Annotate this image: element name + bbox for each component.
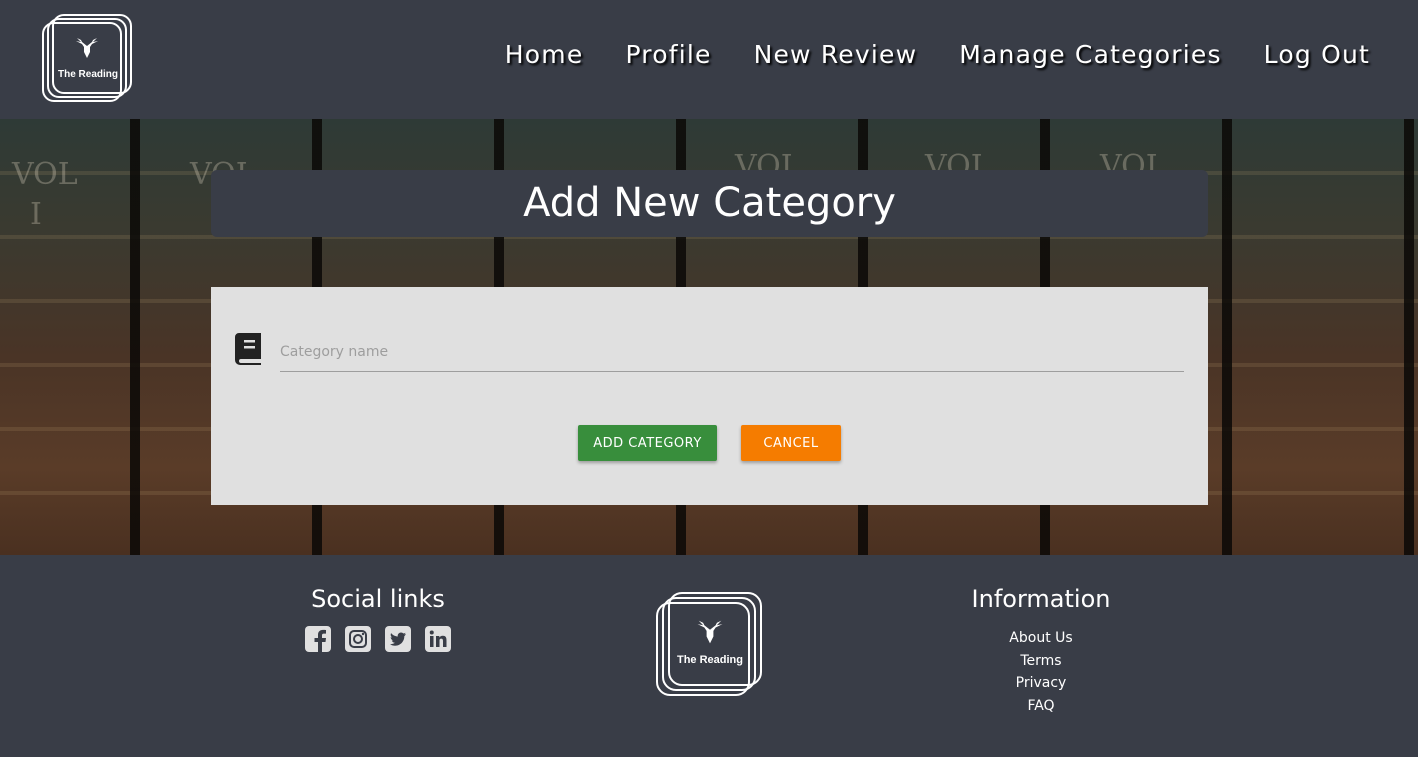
- faq-link[interactable]: FAQ: [1027, 698, 1054, 714]
- site-header: The Reading Home Profile New Review Mana…: [0, 0, 1418, 119]
- instagram-icon[interactable]: [344, 625, 372, 653]
- category-name-input[interactable]: [280, 333, 1184, 371]
- page-title-bar: Add New Category: [211, 170, 1208, 237]
- social-links-section: Social links: [278, 585, 478, 653]
- category-name-field: [280, 333, 1184, 372]
- terms-link[interactable]: Terms: [1020, 653, 1061, 669]
- site-logo[interactable]: The Reading: [42, 14, 134, 104]
- twitter-icon[interactable]: [384, 625, 412, 653]
- social-icons: [278, 625, 478, 653]
- page-title: Add New Category: [523, 180, 896, 226]
- book-spine-text: VOL: [12, 157, 78, 192]
- information-links: About Us Terms Privacy FAQ: [941, 627, 1141, 717]
- privacy-link[interactable]: Privacy: [1016, 675, 1067, 691]
- facebook-icon[interactable]: [304, 625, 332, 653]
- social-links-heading: Social links: [311, 585, 445, 613]
- main-nav: Home Profile New Review Manage Categorie…: [505, 40, 1370, 69]
- nav-manage-categories[interactable]: Manage Categories: [959, 40, 1221, 69]
- logo-text: The Reading: [57, 69, 118, 80]
- book-spine-text: I: [30, 197, 42, 232]
- footer-logo[interactable]: The Reading: [656, 592, 764, 698]
- nav-home[interactable]: Home: [505, 40, 584, 69]
- nav-log-out[interactable]: Log Out: [1264, 40, 1370, 69]
- nav-new-review[interactable]: New Review: [754, 40, 918, 69]
- deer-icon: [697, 618, 723, 644]
- book-icon: [235, 333, 261, 365]
- linkedin-icon[interactable]: [424, 625, 452, 653]
- site-footer: Social links The Reading Information Abo…: [0, 555, 1418, 757]
- logo-text: The Reading: [676, 654, 743, 666]
- add-category-form: ADD CATEGORY CANCEL: [211, 287, 1208, 505]
- information-heading: Information: [971, 585, 1111, 613]
- nav-profile[interactable]: Profile: [625, 40, 711, 69]
- information-section: Information About Us Terms Privacy FAQ: [941, 585, 1141, 717]
- deer-icon: [76, 36, 98, 58]
- cancel-button[interactable]: CANCEL: [741, 425, 841, 461]
- about-us-link[interactable]: About Us: [1009, 630, 1072, 646]
- add-category-button[interactable]: ADD CATEGORY: [578, 425, 717, 461]
